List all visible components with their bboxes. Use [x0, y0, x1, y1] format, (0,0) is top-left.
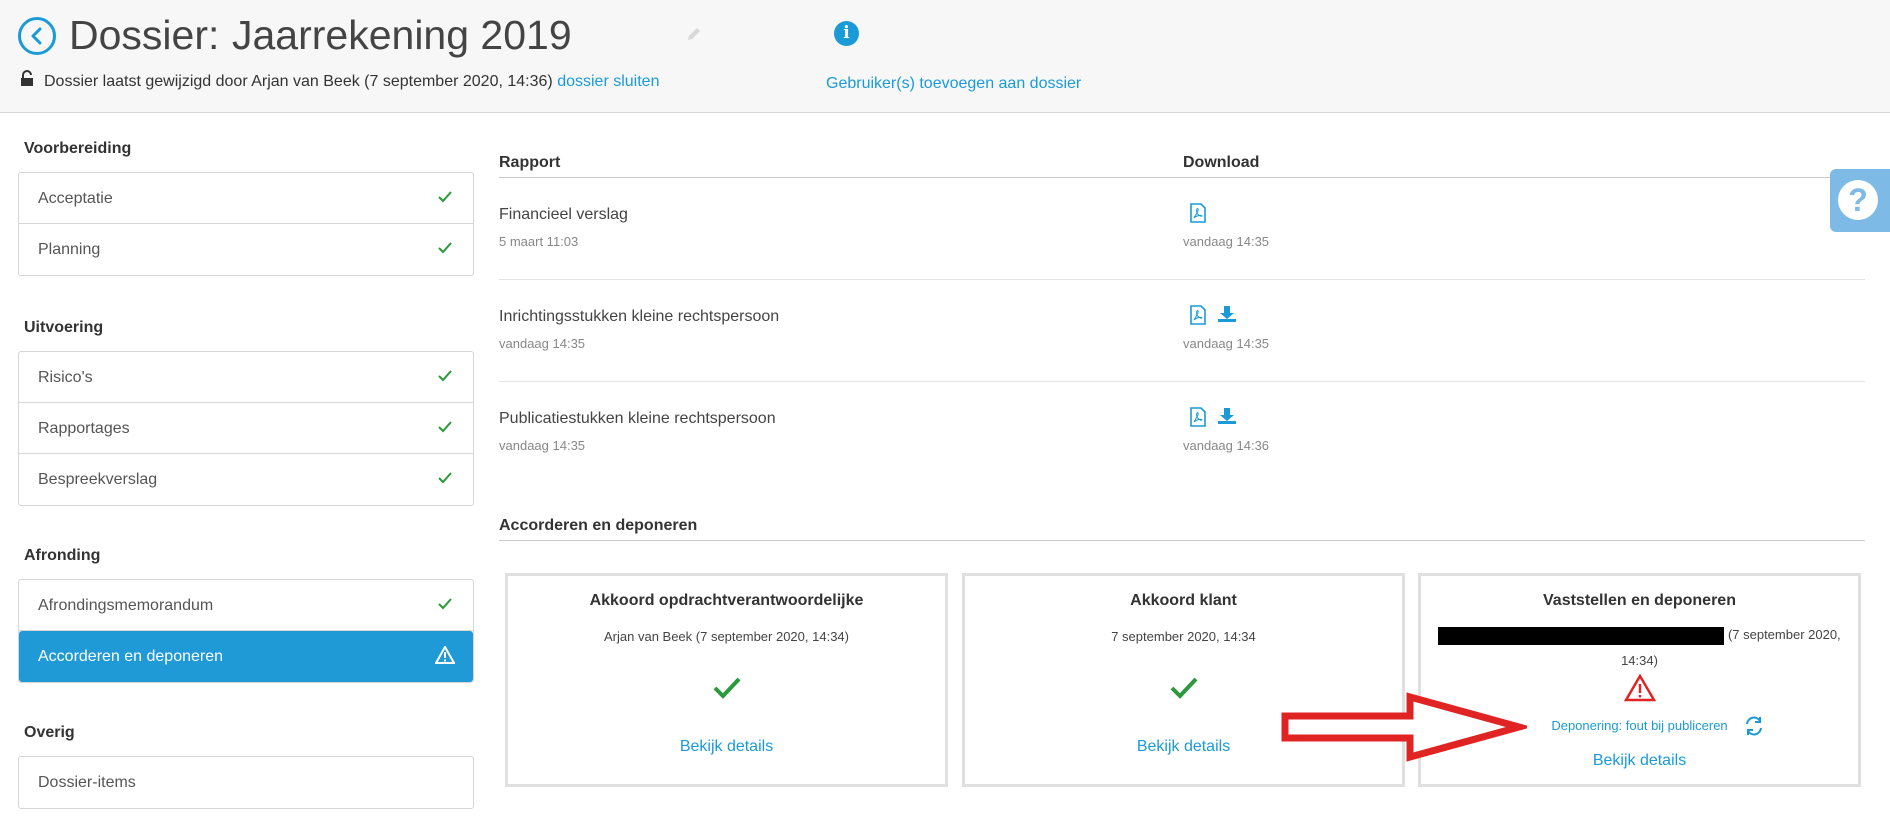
card-title: Akkoord klant — [1130, 592, 1237, 609]
report-date: vandaag 14:35 — [499, 438, 586, 453]
approval-section-title: Accorderen en deponeren — [499, 517, 1865, 541]
sidebar-item-label: Accorderen en deponeren — [38, 648, 224, 665]
report-name: Financieel verslag — [499, 206, 628, 223]
download-icons — [1189, 407, 1243, 432]
sidebar: Voorbereiding Acceptatie Planning Uitvoe… — [18, 140, 474, 809]
redacted-name — [1438, 626, 1725, 645]
sidebar-item-afrondingsmemorandum[interactable]: Afrondingsmemorandum — [19, 580, 473, 631]
sidebar-item-label: Afrondingsmemorandum — [38, 597, 214, 614]
check-icon — [438, 242, 452, 254]
sidebar-item-rapportages[interactable]: Rapportages — [19, 403, 473, 454]
approval-card-opdrachtverantwoordelijke: Akkoord opdrachtverantwoordelijke Arjan … — [505, 573, 948, 787]
table-row: Financieel verslag 5 maart 11:03 vandaag… — [499, 178, 1865, 280]
sidebar-item-label: Planning — [38, 241, 101, 258]
column-header-download: Download — [1183, 154, 1260, 171]
sidebar-item-risicos[interactable]: Risico's — [19, 352, 473, 403]
download-icon[interactable] — [1217, 407, 1237, 430]
pdf-icon[interactable] — [1189, 305, 1207, 330]
section-title-voorbereiding: Voorbereiding — [24, 140, 132, 157]
report-name: Inrichtingsstukken kleine rechtspersoon — [499, 308, 780, 325]
check-icon — [438, 472, 452, 484]
edit-pencil-icon[interactable] — [686, 26, 702, 42]
dossier-header: Dossier: Jaarrekening 2019 i Dossier laa… — [0, 0, 1890, 113]
add-users-link[interactable]: Gebruiker(s) toevoegen aan dossier — [826, 75, 1081, 93]
report-name: Publicatiestukken kleine rechtspersoon — [499, 410, 776, 427]
download-date: vandaag 14:35 — [1183, 234, 1270, 249]
section-title-overig: Overig — [24, 724, 75, 741]
section-list-afronding: Afrondingsmemorandum Accorderen en depon… — [18, 579, 474, 683]
reports-table-header: Rapport Download — [499, 154, 1865, 178]
sidebar-item-label: Acceptatie — [38, 190, 113, 207]
download-icons — [1189, 203, 1213, 228]
sidebar-item-label: Bespreekverslag — [38, 471, 158, 488]
pdf-icon[interactable] — [1189, 407, 1207, 432]
warning-icon — [1623, 674, 1656, 702]
back-button[interactable] — [18, 17, 56, 55]
card-title: Akkoord opdrachtverantwoordelijke — [589, 592, 864, 609]
card-subtitle: 7 september 2020, 14:34 — [1111, 629, 1256, 644]
help-button[interactable]: ? — [1830, 169, 1890, 232]
download-icons — [1189, 305, 1243, 330]
red-arrow-annotation — [1281, 692, 1527, 762]
unlock-icon — [21, 70, 33, 86]
info-icon[interactable]: i — [834, 21, 859, 46]
sidebar-item-accorderen-en-deponeren[interactable]: Accorderen en deponeren — [19, 631, 473, 682]
page-title: Jaarrekening 2019 — [232, 12, 572, 58]
refresh-icon[interactable] — [1743, 715, 1765, 737]
column-header-rapport: Rapport — [499, 154, 561, 171]
sidebar-item-planning[interactable]: Planning — [19, 224, 473, 275]
section-list-overig: Dossier-items — [18, 756, 474, 809]
close-dossier-link[interactable]: dossier sluiten — [557, 73, 659, 90]
card-subtitle: (7 september 2020, 14:34) — [1421, 622, 1858, 674]
section-list-uitvoering: Risico's Rapportages Bespreekverslag — [18, 351, 474, 506]
sidebar-item-label: Dossier-items — [38, 774, 136, 791]
last-modified-text: Dossier laatst gewijzigd door Arjan van … — [44, 73, 659, 91]
sidebar-item-bespreekverslag[interactable]: Bespreekverslag — [19, 454, 473, 505]
pdf-icon[interactable] — [1189, 203, 1207, 228]
check-icon — [438, 598, 452, 610]
report-date: 5 maart 11:03 — [499, 234, 579, 249]
warning-icon — [435, 646, 455, 664]
last-modified-label: Dossier laatst gewijzigd door Arjan van … — [44, 73, 553, 90]
sidebar-item-acceptatie[interactable]: Acceptatie — [19, 173, 473, 224]
download-icon[interactable] — [1217, 305, 1237, 328]
check-icon — [438, 191, 452, 203]
sidebar-item-label: Rapportages — [38, 420, 130, 437]
chevron-left-icon — [31, 27, 42, 45]
question-icon: ? — [1838, 180, 1878, 220]
card-title: Vaststellen en deponeren — [1543, 592, 1736, 609]
view-details-link[interactable]: Bekijk details — [508, 738, 945, 756]
section-title-afronding: Afronding — [24, 547, 101, 564]
check-icon — [438, 421, 452, 433]
sidebar-item-label: Risico's — [38, 369, 93, 386]
download-date: vandaag 14:35 — [1183, 336, 1270, 351]
page-title-prefix: Dossier: — [69, 12, 220, 58]
report-date: vandaag 14:35 — [499, 336, 586, 351]
card-subtitle: Arjan van Beek (7 september 2020, 14:34) — [604, 629, 849, 644]
section-list-voorbereiding: Acceptatie Planning — [18, 172, 474, 276]
table-row: Inrichtingsstukken kleine rechtspersoon … — [499, 280, 1865, 382]
check-icon — [713, 677, 740, 699]
check-icon — [438, 370, 452, 382]
check-icon — [1170, 677, 1197, 699]
section-title-uitvoering: Uitvoering — [24, 319, 104, 336]
download-date: vandaag 14:36 — [1183, 438, 1270, 453]
table-row: Publicatiestukken kleine rechtspersoon v… — [499, 382, 1865, 484]
sidebar-item-dossier-items[interactable]: Dossier-items — [19, 757, 473, 808]
